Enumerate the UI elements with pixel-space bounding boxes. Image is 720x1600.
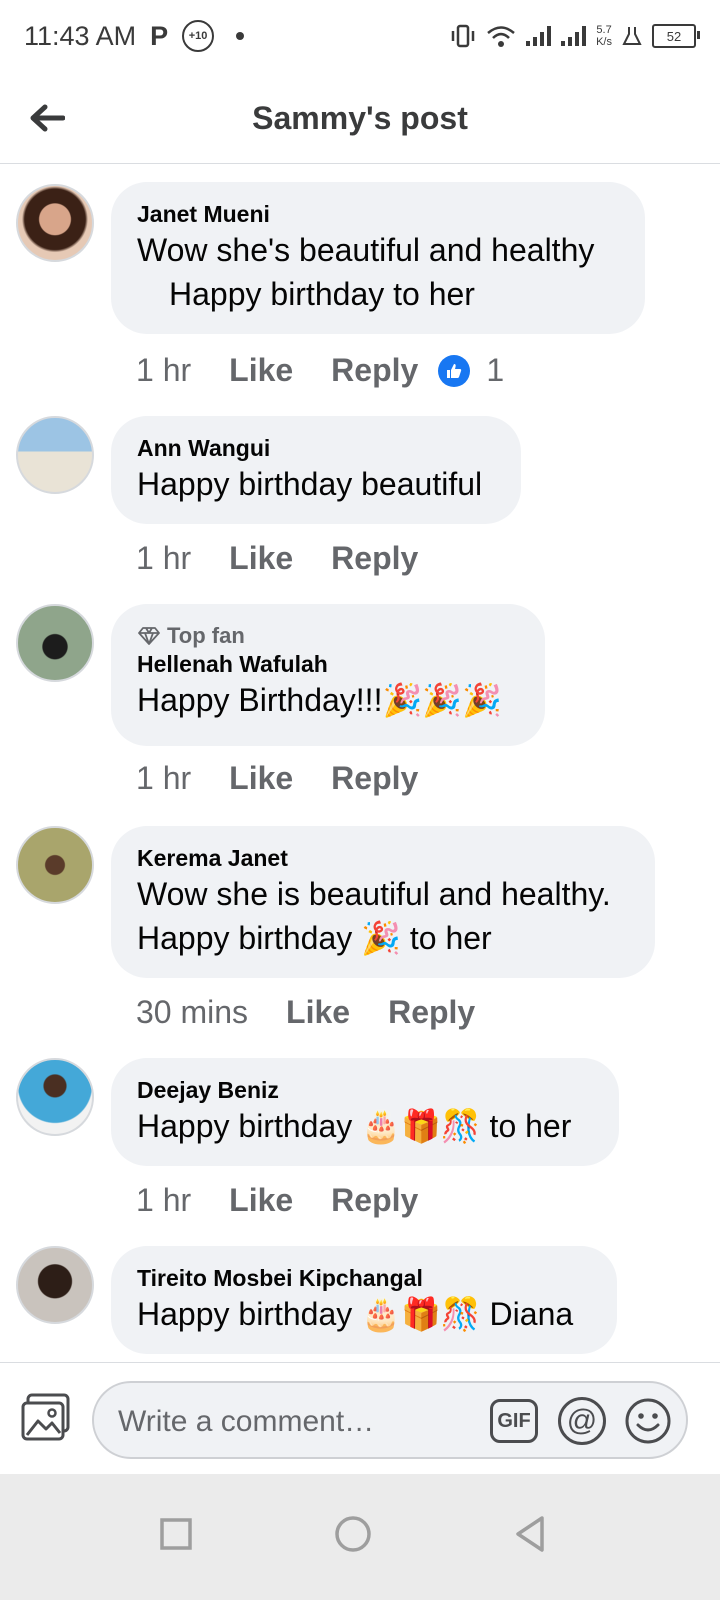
reply-button[interactable]: Reply (388, 994, 475, 1031)
status-left: 11:43 AM P +10 (24, 20, 245, 52)
avatar[interactable] (16, 416, 94, 494)
comment-text-line1: Wow she's beautiful and healthy (137, 232, 595, 268)
comment-author[interactable]: Tireito Mosbei Kipchangal (137, 1264, 591, 1292)
status-time: 11:43 AM (24, 20, 137, 51)
mention-button[interactable]: @ (558, 1397, 606, 1445)
notification-dot-icon (236, 32, 245, 40)
comment-author[interactable]: Janet Mueni (137, 200, 619, 228)
back-nav-button[interactable] (500, 1504, 560, 1564)
comment-text-line2: Happy birthday to her (169, 276, 475, 312)
battery-icon: 52 (652, 24, 700, 48)
comments-list: Janet Mueni Wow she's beautiful and heal… (0, 164, 720, 1362)
like-button[interactable]: Like (229, 760, 293, 797)
comment-text: Happy birthday 🎂🎁🎊 Diana (137, 1296, 574, 1332)
circle-icon (335, 1516, 371, 1552)
home-button[interactable] (323, 1504, 383, 1564)
status-bar: 11:43 AM P +10 5.7 K/s 52 (0, 0, 720, 72)
reply-button[interactable]: Reply (331, 1182, 418, 1219)
square-icon (160, 1518, 192, 1550)
comment-author[interactable]: Kerema Janet (137, 844, 629, 872)
notification-badge-icon: +10 (182, 20, 215, 52)
net-speed-unit: K/s (596, 36, 612, 48)
comment-actions: 30 mins Like Reply (136, 994, 513, 1031)
gif-button[interactable]: GIF (490, 1399, 538, 1443)
emoji-button[interactable] (624, 1397, 672, 1445)
comment-time: 1 hr (136, 760, 192, 796)
comment-actions: 1 hr Like Reply (136, 1182, 456, 1219)
comment-bubble: Deejay Beniz Happy birthday 🎂🎁🎊 to her (111, 1058, 619, 1166)
net-speed: 5.7 K/s (596, 24, 612, 48)
thumbs-up-icon[interactable] (438, 354, 471, 387)
comment-bubble: Top fan Hellenah Wafulah Happy Birthday!… (111, 604, 545, 746)
top-fan-badge: Top fan (137, 622, 519, 650)
comment-bubble: Janet Mueni Wow she's beautiful and heal… (111, 182, 645, 334)
parking-app-icon: P (150, 20, 169, 51)
wifi-icon (487, 26, 515, 47)
comment-time: 1 hr (136, 352, 192, 388)
comment-time: 30 mins (136, 994, 249, 1030)
comment-author[interactable]: Ann Wangui (137, 434, 495, 462)
comment-actions: 1 hr Like Reply 1 (136, 352, 504, 389)
avatar[interactable] (16, 604, 94, 682)
like-button[interactable]: Like (229, 1182, 293, 1219)
top-fan-label: Top fan (167, 623, 245, 648)
comment-bubble: Tireito Mosbei Kipchangal Happy birthday… (111, 1246, 617, 1354)
comment-time: 1 hr (136, 540, 192, 576)
photo-button[interactable] (20, 1393, 72, 1443)
status-right: 5.7 K/s 52 (450, 24, 700, 48)
comment-text-line2: Happy birthday 🎉 to her (137, 920, 492, 956)
comment-author[interactable]: Deejay Beniz (137, 1076, 593, 1104)
avatar[interactable] (16, 1058, 94, 1136)
system-nav-bar (0, 1474, 720, 1600)
comment-author[interactable]: Hellenah Wafulah (137, 650, 519, 678)
comment-box: GIF @ (92, 1381, 688, 1459)
reply-button[interactable]: Reply (331, 540, 418, 577)
avatar[interactable] (16, 826, 94, 904)
reply-button[interactable]: Reply (331, 352, 418, 389)
reply-button[interactable]: Reply (331, 760, 418, 797)
vibrate-icon (451, 24, 475, 48)
smiley-icon (625, 1398, 671, 1444)
signal-1-icon (526, 26, 552, 46)
header: Sammy's post (0, 72, 720, 164)
page-title: Sammy's post (252, 100, 468, 136)
avatar[interactable] (16, 1246, 94, 1324)
comment-time: 1 hr (136, 1182, 192, 1218)
avatar[interactable] (16, 184, 94, 262)
net-speed-value: 5.7 (596, 24, 612, 36)
like-button[interactable]: Like (286, 994, 350, 1031)
image-icon (21, 1393, 70, 1441)
flask-icon (622, 27, 642, 45)
like-button[interactable]: Like (229, 540, 293, 577)
comment-input[interactable] (116, 1401, 480, 1443)
reaction-count[interactable]: 1 (486, 352, 504, 389)
comment-text: Happy Birthday!!!🎉🎉🎉 (137, 682, 502, 718)
triangle-back-icon (516, 1516, 544, 1552)
comment-text: Happy birthday 🎂🎁🎊 to her (137, 1108, 572, 1144)
comment-text-line1: Wow she is beautiful and healthy. (137, 876, 611, 912)
comment-actions: 1 hr Like Reply (136, 760, 456, 797)
comment-text: Happy birthday beautiful (137, 466, 483, 502)
recents-button[interactable] (146, 1504, 206, 1564)
comment-bubble: Kerema Janet Wow she is beautiful and he… (111, 826, 655, 978)
like-button[interactable]: Like (229, 352, 293, 389)
comment-actions: 1 hr Like Reply (136, 540, 456, 577)
signal-2-icon (561, 26, 587, 46)
diamond-icon (138, 627, 160, 645)
comment-bubble: Ann Wangui Happy birthday beautiful (111, 416, 521, 524)
comment-composer: GIF @ (0, 1362, 720, 1474)
